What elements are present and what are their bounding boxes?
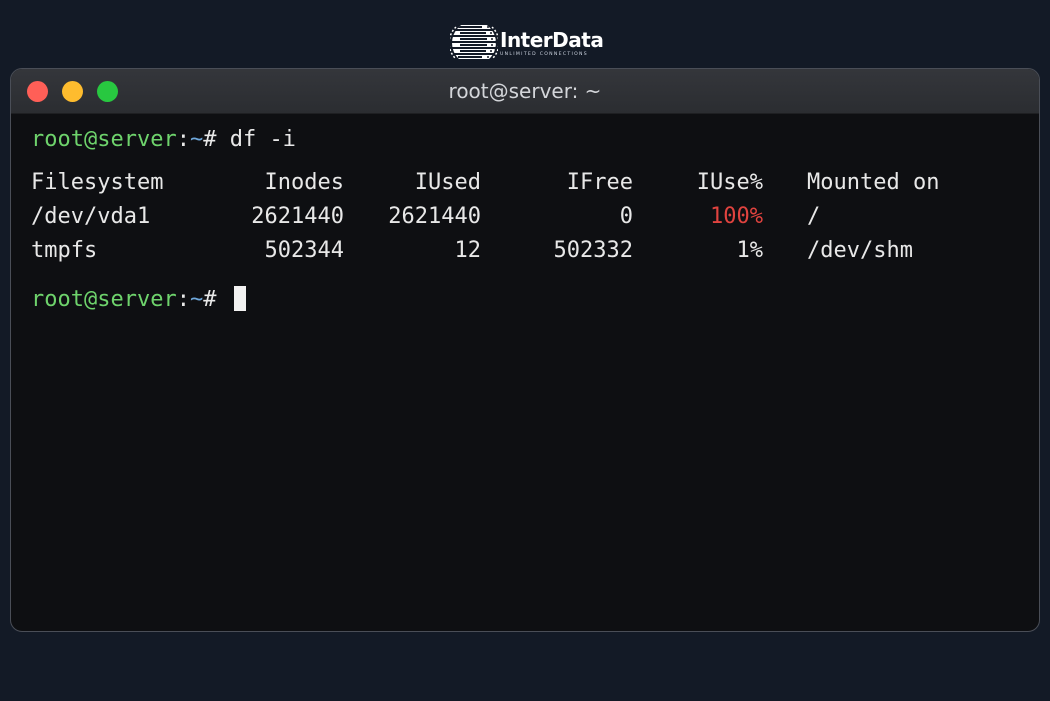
block-cursor: [233, 286, 246, 311]
command-line: root@server:~# df -i: [31, 126, 296, 154]
header-filesystem: Filesystem: [31, 170, 164, 195]
prompt-user-host: root@server: [31, 127, 177, 152]
prompt-user-host: root@server: [31, 287, 177, 312]
command-text: df -i: [229, 127, 296, 152]
active-prompt-line[interactable]: root@server:~#: [31, 286, 246, 314]
row-iuse: 1%: [736, 238, 764, 263]
row-filesystem: /dev/vda1: [31, 204, 151, 229]
header-iuse: IUse%: [696, 170, 763, 195]
terminal-output[interactable]: root@server:~# df -i Filesystem Inodes I…: [11, 114, 1039, 631]
row-ifree: 502332: [553, 238, 633, 263]
header-ifree: IFree: [566, 170, 633, 195]
globe-stack-icon: [450, 25, 498, 60]
prompt-path: ~: [189, 127, 204, 152]
logo-name: InterData: [500, 27, 604, 52]
row-inodes: 502344: [264, 238, 344, 263]
logo-tagline: UNLIMITED CONNECTIONS: [500, 51, 588, 57]
terminal-window: root@server: ~ root@server:~# df -i File…: [10, 68, 1040, 632]
row-filesystem: tmpfs: [31, 238, 98, 263]
header-inodes: Inodes: [264, 170, 344, 195]
row-inodes: 2621440: [251, 204, 344, 229]
row-mounted-on: /: [807, 204, 821, 229]
interdata-logo: InterData UNLIMITED CONNECTIONS: [450, 16, 604, 70]
row-iused: 2621440: [388, 204, 481, 229]
row-iuse-warning: 100%: [710, 204, 763, 229]
header-iused: IUsed: [414, 170, 481, 195]
row-iused: 12: [454, 238, 482, 263]
window-titlebar[interactable]: root@server: ~: [11, 69, 1039, 114]
prompt-colon: :: [176, 287, 190, 312]
window-title: root@server: ~: [448, 79, 602, 103]
prompt-hash: #: [203, 127, 217, 152]
row-ifree: 0: [619, 204, 633, 229]
row-mounted-on: /dev/shm: [807, 238, 913, 263]
prompt-path: ~: [189, 287, 204, 312]
header-mounted-on: Mounted on: [807, 170, 940, 195]
prompt-colon: :: [176, 127, 190, 152]
prompt-hash: #: [203, 287, 217, 312]
